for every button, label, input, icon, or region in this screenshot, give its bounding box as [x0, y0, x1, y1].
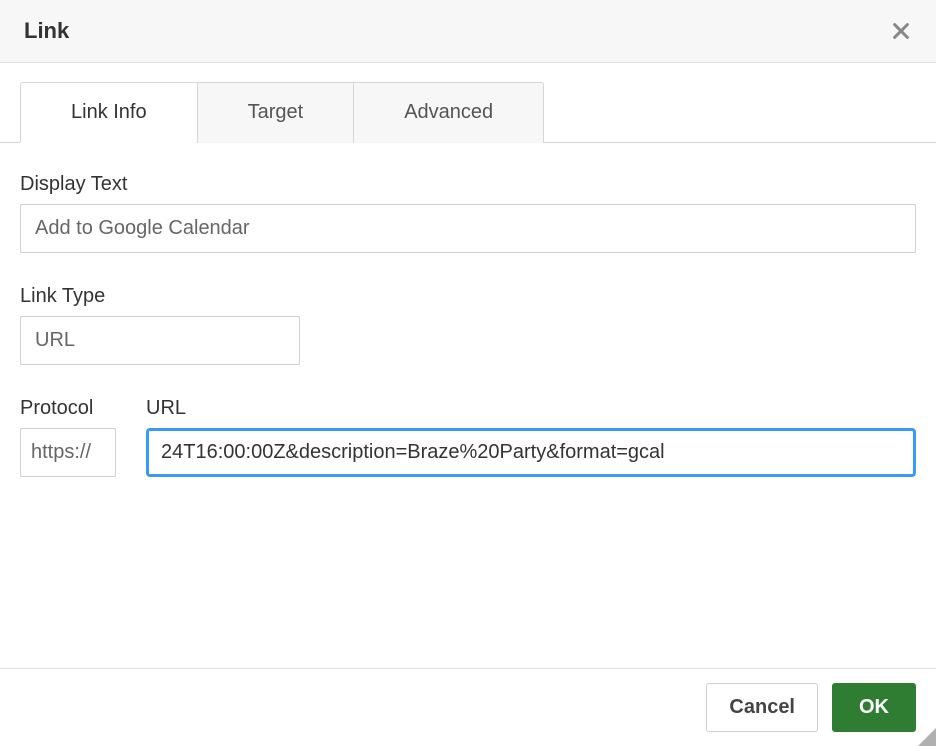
- dialog-title: Link: [24, 18, 69, 44]
- tabs-row: Link Info Target Advanced: [0, 81, 936, 143]
- field-display-text: Display Text: [20, 173, 916, 253]
- label-url: URL: [146, 397, 916, 420]
- dialog-footer: Cancel OK: [0, 668, 936, 746]
- tabs-wrapper: Link Info Target Advanced: [0, 63, 936, 143]
- label-display-text: Display Text: [20, 173, 916, 196]
- input-url[interactable]: [146, 428, 916, 477]
- row-protocol-url: Protocol URL: [20, 397, 916, 477]
- field-url: URL: [146, 397, 916, 477]
- close-icon[interactable]: [890, 20, 912, 42]
- input-link-type[interactable]: [20, 316, 300, 365]
- tab-target[interactable]: Target: [197, 82, 355, 143]
- tab-link-info[interactable]: Link Info: [20, 82, 198, 143]
- label-protocol: Protocol: [20, 397, 116, 420]
- label-link-type: Link Type: [20, 285, 916, 308]
- input-display-text[interactable]: [20, 204, 916, 253]
- ok-button[interactable]: OK: [832, 683, 916, 732]
- field-link-type: Link Type: [20, 285, 916, 365]
- field-protocol: Protocol: [20, 397, 116, 477]
- dialog-body: Display Text Link Type Protocol URL: [0, 143, 936, 497]
- cancel-button[interactable]: Cancel: [706, 683, 818, 732]
- input-protocol[interactable]: [20, 428, 116, 477]
- resize-handle-icon[interactable]: [918, 728, 936, 746]
- tab-advanced[interactable]: Advanced: [353, 82, 544, 143]
- dialog-header: Link: [0, 0, 936, 63]
